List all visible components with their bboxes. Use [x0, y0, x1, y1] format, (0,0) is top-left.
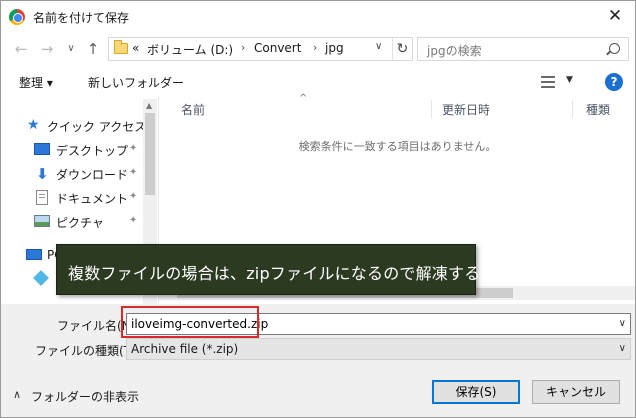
sidebar-item-label: ダウンロード: [56, 168, 129, 182]
download-icon: ⬇: [36, 165, 49, 183]
organize-menu[interactable]: 整理 ▾: [19, 74, 53, 91]
search-input[interactable]: jpgの検索: [427, 42, 482, 59]
filetype-select[interactable]: Archive file (*.zip) ∨: [126, 338, 631, 360]
sidebar-item-label: ピクチャ: [56, 216, 104, 230]
column-header-modified[interactable]: 更新日時: [442, 101, 490, 118]
chevron-down-icon[interactable]: ∨: [619, 343, 626, 354]
desktop-icon: [34, 143, 50, 155]
cancel-button[interactable]: キャンセル: [532, 380, 620, 404]
address-dropdown-button[interactable]: ∨: [375, 41, 382, 52]
new-folder-button[interactable]: 新しいフォルダー: [88, 74, 184, 91]
address-bar[interactable]: « ボリューム (D:) › Convert › jpg ∨ ↻: [108, 37, 413, 61]
sidebar-item-label: デスクトップ: [56, 144, 129, 158]
sidebar-item-documents[interactable]: ドキュメント ✦: [1, 187, 143, 209]
pin-icon: ✦: [129, 143, 138, 154]
breadcrumb-overflow[interactable]: «: [132, 41, 139, 55]
pin-icon: ✦: [129, 215, 138, 226]
sidebar-item-label: ドキュメント: [56, 192, 129, 206]
column-header-type[interactable]: 種類: [586, 101, 610, 118]
forward-button[interactable]: →: [37, 38, 57, 60]
annotation-text: 複数ファイルの場合は、zipファイルになるので解凍する: [68, 264, 481, 283]
title-bar: 名前を付けて保存 ✕: [1, 1, 635, 33]
view-options-icon[interactable]: [541, 76, 555, 88]
save-button[interactable]: 保存(S): [432, 380, 520, 404]
hide-folders-button[interactable]: フォルダーの非表示: [31, 388, 139, 405]
sidebar-item-downloads[interactable]: ⬇ ダウンロード ✦: [1, 163, 143, 185]
column-header-name[interactable]: 名前: [181, 101, 205, 118]
address-row: ← → ∨ ↑ « ボリューム (D:) › Convert › jpg ∨ ↻…: [1, 35, 635, 65]
back-button[interactable]: ←: [11, 38, 31, 60]
scrollbar-thumb[interactable]: [145, 113, 155, 195]
pictures-icon: [34, 215, 50, 227]
save-as-dialog: 名前を付けて保存 ✕ ← → ∨ ↑ « ボリューム (D:) › Conver…: [0, 0, 636, 418]
filetype-label: ファイルの種類(T):: [35, 344, 140, 358]
close-button[interactable]: ✕: [605, 6, 625, 26]
sidebar-item-label: クイック アクセス: [47, 120, 147, 134]
search-icon: [609, 43, 620, 54]
document-icon: [36, 190, 48, 205]
view-dropdown-icon[interactable]: ▼: [566, 75, 573, 85]
filetype-value: Archive file (*.zip): [131, 342, 239, 356]
refresh-button[interactable]: ↻: [392, 38, 412, 60]
breadcrumb-convert[interactable]: Convert: [254, 41, 301, 55]
column-divider[interactable]: [572, 100, 573, 118]
window-title: 名前を付けて保存: [33, 11, 130, 25]
computer-icon: [26, 249, 42, 260]
sidebar-item-pictures[interactable]: ピクチャ ✦: [1, 211, 143, 233]
help-icon[interactable]: ?: [605, 73, 623, 91]
pin-icon: ✦: [129, 191, 138, 202]
column-divider[interactable]: [431, 100, 432, 118]
breadcrumb-separator: ›: [313, 41, 318, 54]
annotation-callout: 複数ファイルの場合は、zipファイルになるので解凍する: [56, 244, 480, 295]
pin-icon: ✦: [129, 167, 138, 178]
sidebar-item-quick-access[interactable]: ★ クイック アクセス: [1, 115, 147, 137]
breadcrumb-volume[interactable]: ボリューム (D:): [147, 41, 233, 58]
filename-highlight-box: [121, 306, 259, 338]
3d-objects-icon: [33, 270, 49, 286]
folder-icon: [114, 40, 128, 54]
chevron-up-icon[interactable]: ∧: [13, 388, 21, 401]
up-button[interactable]: ↑: [83, 38, 103, 60]
breadcrumb-separator: ›: [241, 41, 246, 54]
recent-locations-button[interactable]: ∨: [61, 38, 81, 60]
chrome-icon: [9, 9, 25, 25]
scroll-up-icon[interactable]: ▲: [146, 101, 152, 110]
sidebar-item-desktop[interactable]: デスクトップ ✦: [1, 139, 143, 161]
empty-folder-message: 検索条件に一致する項目はありません。: [298, 140, 497, 153]
chevron-down-icon[interactable]: ∨: [619, 318, 626, 329]
command-toolbar: 整理 ▾ 新しいフォルダー ▼ ?: [1, 67, 635, 97]
sort-ascending-icon: ^: [299, 93, 308, 104]
save-options-panel: ファイル名(N): iloveimg-converted.zip ∨ ファイルの…: [1, 304, 635, 417]
breadcrumb-jpg[interactable]: jpg: [325, 41, 344, 55]
search-box[interactable]: jpgの検索: [417, 37, 629, 61]
star-icon: ★: [27, 117, 40, 133]
